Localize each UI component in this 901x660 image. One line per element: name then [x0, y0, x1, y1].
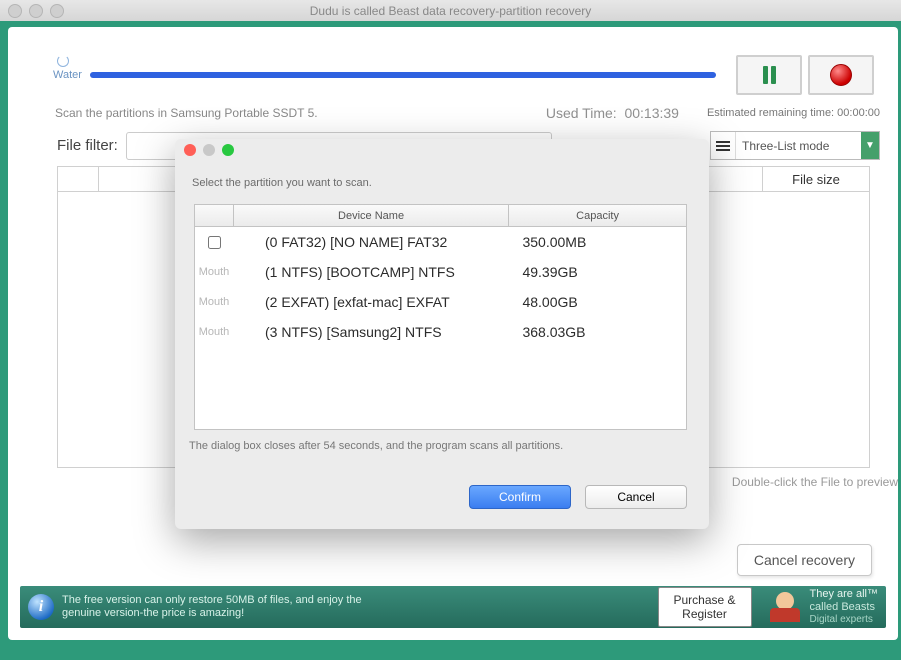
col-device-name[interactable]: Device Name: [234, 205, 509, 226]
brand-line1: They are all™: [810, 588, 878, 601]
info-row: Scan the partitions in Samsung Portable …: [55, 105, 880, 121]
dialog-zoom-icon[interactable]: [222, 144, 234, 156]
col-capacity[interactable]: Capacity: [509, 205, 686, 226]
zoom-icon[interactable]: [50, 4, 64, 18]
view-mode-select[interactable]: Three-List mode ▼: [710, 131, 880, 160]
partition-check-label: Mouth: [199, 266, 230, 278]
window-titlebar: Dudu is called Beast data recovery-parti…: [0, 0, 901, 22]
view-mode-label: Three-List mode: [736, 139, 861, 153]
used-time: Used Time: 00:13:39: [546, 105, 679, 121]
partition-name: (2 EXFAT) [exfat-mac] EXFAT: [233, 294, 518, 310]
cancel-button[interactable]: Cancel: [585, 485, 687, 509]
info-icon: i: [28, 594, 54, 620]
footer-promo: The free version can only restore 50MB o…: [62, 594, 392, 620]
pause-icon: [763, 66, 776, 84]
dialog-titlebar: [175, 139, 709, 161]
partition-checkbox[interactable]: [208, 236, 221, 249]
stop-button[interactable]: [808, 55, 874, 95]
window-title: Dudu is called Beast data recovery-parti…: [0, 4, 901, 18]
partition-table: Device Name Capacity (0 FAT32) [NO NAME]…: [194, 204, 687, 430]
pause-button[interactable]: [736, 55, 802, 95]
estimated-time: Estimated remaining time: 00:00:00: [707, 107, 880, 119]
dialog-minimize-icon[interactable]: [203, 144, 215, 156]
partition-row[interactable]: (0 FAT32) [NO NAME] FAT32350.00MB: [195, 227, 686, 257]
dialog-buttons: Confirm Cancel: [469, 485, 687, 509]
close-icon[interactable]: [8, 4, 22, 18]
chevron-down-icon: ▼: [861, 132, 879, 159]
traffic-lights: [8, 4, 64, 18]
footer-brand: They are all™ called Beasts Digital expe…: [810, 588, 878, 626]
partition-row[interactable]: Mouth(1 NTFS) [BOOTCAMP] NTFS49.39GB: [195, 257, 686, 287]
partition-capacity: 49.39GB: [518, 264, 686, 280]
partition-check-label: Mouth: [199, 296, 230, 308]
dialog-close-icon[interactable]: [184, 144, 196, 156]
list-icon: [711, 132, 736, 159]
partition-row[interactable]: Mouth(3 NTFS) [Samsung2] NTFS368.03GB: [195, 317, 686, 347]
brand-line3: Digital experts: [810, 614, 878, 626]
content-area: Water Scan the partitions in Samsung Por…: [0, 21, 901, 660]
scan-target-text: Scan the partitions in Samsung Portable …: [55, 106, 318, 120]
partition-table-header: Device Name Capacity: [195, 205, 686, 227]
scan-progress: [90, 72, 716, 78]
preview-hint: Double-click the File to preview: [732, 475, 898, 489]
cancel-recovery-button[interactable]: Cancel recovery: [737, 544, 872, 576]
mascot-icon: [768, 592, 802, 622]
minimize-icon[interactable]: [29, 4, 43, 18]
partition-name: (0 FAT32) [NO NAME] FAT32: [233, 234, 518, 250]
partition-rows: (0 FAT32) [NO NAME] FAT32350.00MBMouth(1…: [195, 227, 686, 347]
brand-line2: called Beasts: [810, 601, 878, 614]
spinner-label: Water: [53, 69, 82, 81]
footer-bar: i The free version can only restore 50MB…: [20, 586, 886, 628]
select-partition-dialog: Select the partition you want to scan. D…: [175, 139, 709, 529]
dialog-subtitle: Select the partition you want to scan.: [175, 161, 709, 189]
partition-capacity: 350.00MB: [518, 234, 686, 250]
col-select[interactable]: [195, 205, 234, 226]
used-time-label: Used Time:: [546, 105, 617, 121]
dialog-autoclose-text: The dialog box closes after 54 seconds, …: [189, 439, 687, 453]
progress-row: Water: [53, 55, 874, 95]
partition-name: (1 NTFS) [BOOTCAMP] NTFS: [233, 264, 518, 280]
partition-check-label: Mouth: [199, 326, 230, 338]
used-time-value: 00:13:39: [624, 105, 679, 121]
filter-label: File filter:: [57, 137, 118, 154]
partition-row[interactable]: Mouth(2 EXFAT) [exfat-mac] EXFAT48.00GB: [195, 287, 686, 317]
confirm-button[interactable]: Confirm: [469, 485, 571, 509]
stop-icon: [830, 64, 852, 86]
purchase-button[interactable]: Purchase & Register: [658, 587, 752, 627]
partition-name: (3 NTFS) [Samsung2] NTFS: [233, 324, 518, 340]
partition-capacity: 368.03GB: [518, 324, 686, 340]
partition-capacity: 48.00GB: [518, 294, 686, 310]
scan-progress-fill: [90, 72, 716, 78]
